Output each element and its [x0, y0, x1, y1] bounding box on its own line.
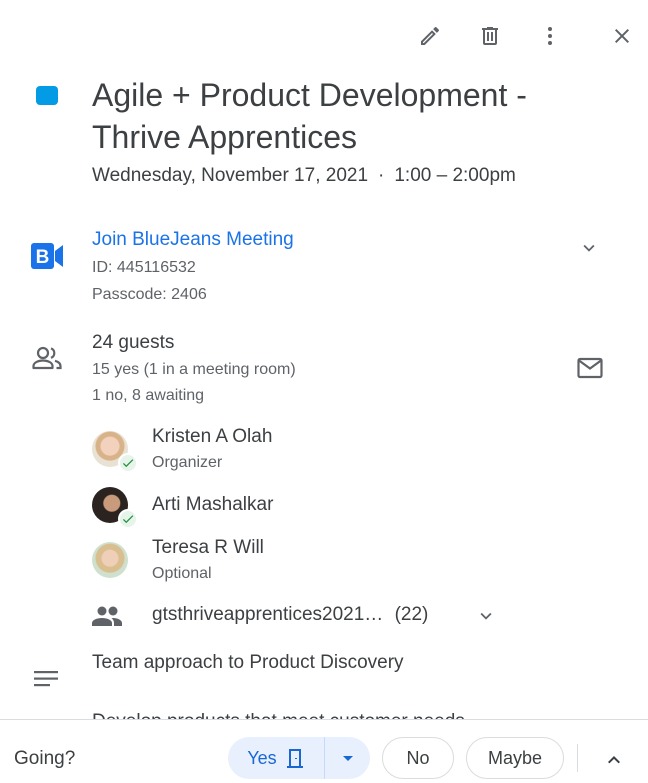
rsvp-yes-group: Yes	[228, 737, 370, 779]
accepted-check-icon	[118, 509, 138, 529]
close-icon	[615, 29, 629, 43]
edit-button[interactable]	[410, 16, 450, 56]
svg-text:B: B	[36, 247, 50, 268]
email-guests-button[interactable]	[572, 352, 608, 384]
more-vert-icon	[548, 27, 552, 45]
guest-other-summary: 1 no, 8 awaiting	[92, 387, 205, 404]
rsvp-yes-label: Yes	[247, 747, 277, 768]
expand-meeting-button[interactable]	[574, 233, 604, 263]
people-outline-icon	[32, 346, 62, 370]
chevron-down-icon	[583, 244, 595, 252]
group-name: gtsthriveapprentices2021…	[152, 604, 384, 625]
guest-name[interactable]: Teresa R Will	[152, 537, 264, 559]
guest-role: Organizer	[152, 454, 223, 471]
meeting-id: ID: 445116532	[92, 259, 196, 276]
guest-name[interactable]: Arti Mashalkar	[152, 494, 273, 516]
rsvp-maybe-button[interactable]: Maybe	[466, 737, 564, 779]
bluejeans-icon: B	[31, 243, 63, 269]
guest-yes-summary: 15 yes (1 in a meeting room)	[92, 361, 296, 378]
chevron-up-icon	[608, 756, 620, 764]
event-date: Wednesday, November 17, 2021	[92, 165, 369, 186]
event-datetime: Wednesday, November 17, 2021 · 1:00 – 2:00…	[92, 165, 516, 187]
meeting-passcode: Passcode: 2406	[92, 286, 207, 303]
guest-name[interactable]: Kristen A Olah	[152, 426, 272, 448]
group-icon	[92, 606, 122, 626]
pencil-icon	[421, 26, 440, 45]
event-time: 1:00 – 2:00pm	[394, 165, 516, 186]
rsvp-yes-button[interactable]: Yes	[228, 737, 325, 779]
delete-button[interactable]	[470, 16, 510, 56]
collapse-button[interactable]	[600, 746, 628, 774]
avatar	[92, 542, 128, 578]
close-button[interactable]	[602, 16, 642, 56]
guest-count: 24 guests	[92, 332, 175, 353]
description-icon	[34, 671, 58, 687]
expand-group-button[interactable]	[474, 603, 498, 629]
door-icon	[286, 749, 303, 768]
guest-group[interactable]: gtsthriveapprentices2021… (22)	[152, 604, 428, 626]
divider	[577, 744, 578, 772]
avatar	[92, 487, 138, 529]
avatar	[92, 431, 138, 473]
datetime-separator: ·	[378, 165, 385, 186]
trash-icon	[482, 27, 498, 45]
event-color-swatch	[36, 86, 58, 105]
group-count: (22)	[394, 604, 429, 625]
mail-icon	[577, 357, 603, 379]
accepted-check-icon	[118, 453, 138, 473]
guest-role: Optional	[152, 565, 212, 582]
event-title: Agile + Product Development - Thrive App…	[92, 77, 527, 155]
more-options-button[interactable]	[530, 16, 570, 56]
rsvp-no-button[interactable]: No	[382, 737, 454, 779]
rsvp-bar: Going? Yes No Maybe	[0, 719, 648, 783]
chevron-down-icon	[480, 612, 492, 620]
dropdown-arrow-icon	[342, 756, 353, 761]
description-line: Team approach to Product Discovery	[92, 652, 404, 673]
going-label: Going?	[14, 748, 76, 769]
rsvp-options-dropdown[interactable]	[325, 737, 370, 779]
join-meeting-link[interactable]: Join BlueJeans Meeting	[92, 229, 294, 251]
